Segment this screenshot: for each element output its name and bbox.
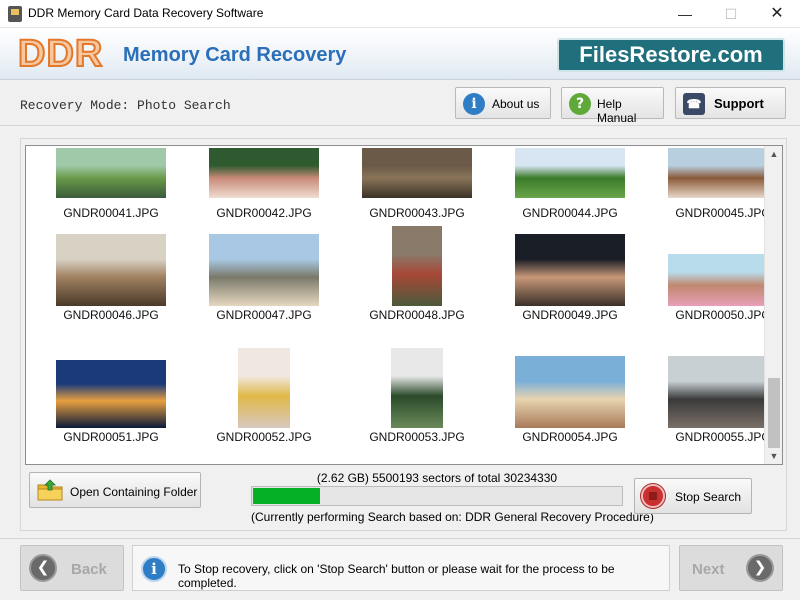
- photo-filename: GNDR00047.JPG: [216, 308, 312, 322]
- photo-filename: GNDR00052.JPG: [216, 430, 312, 444]
- search-progress-bar: [251, 486, 623, 506]
- procedure-status: (Currently performing Search based on: D…: [251, 510, 654, 524]
- photo-thumbnail[interactable]: GNDR00047.JPG: [189, 234, 339, 364]
- close-button[interactable]: ✕: [754, 0, 800, 28]
- photo-image: [668, 148, 778, 198]
- info-icon: i: [463, 93, 485, 115]
- photo-image: [515, 148, 625, 198]
- ddr-logo: DDR: [17, 32, 104, 76]
- hint-text: To Stop recovery, click on 'Stop Search'…: [178, 562, 615, 590]
- recovery-mode-label: Recovery Mode: Photo Search: [20, 98, 231, 113]
- next-label: Next: [692, 561, 725, 578]
- photo-image: [238, 348, 290, 428]
- photo-filename: GNDR00050.JPG: [675, 308, 771, 322]
- minimize-button[interactable]: —: [662, 0, 708, 28]
- next-arrow-icon: ❯: [746, 554, 774, 582]
- photo-filename: GNDR00049.JPG: [522, 308, 618, 322]
- stop-icon: [641, 484, 665, 508]
- help-icon: ?: [569, 93, 591, 115]
- back-button[interactable]: ❮ Back: [20, 545, 124, 591]
- photo-thumbnail[interactable]: GNDR00049.JPG: [495, 234, 645, 364]
- photo-image: [392, 226, 442, 306]
- photo-image: [56, 360, 166, 428]
- photo-filename: GNDR00041.JPG: [63, 206, 159, 220]
- photo-image: [56, 234, 166, 306]
- photo-thumbnail[interactable]: GNDR00051.JPG: [36, 360, 186, 464]
- photo-filename: GNDR00051.JPG: [63, 430, 159, 444]
- banner-title: Memory Card Recovery: [123, 44, 347, 66]
- support-label: Support: [714, 96, 764, 111]
- photo-filename: GNDR00045.JPG: [675, 206, 771, 220]
- app-icon: [8, 6, 22, 22]
- scroll-down-arrow-icon[interactable]: ▼: [765, 448, 783, 464]
- photo-filename: GNDR00054.JPG: [522, 430, 618, 444]
- sectors-status: (2.62 GB) 5500193 sectors of total 30234…: [316, 471, 558, 485]
- photo-thumbnail[interactable]: GNDR00046.JPG: [36, 234, 186, 364]
- stop-search-button[interactable]: Stop Search: [634, 478, 752, 514]
- title-bar: DDR Memory Card Data Recovery Software —…: [0, 0, 800, 28]
- photo-image: [668, 356, 778, 428]
- info-icon: i: [141, 556, 167, 582]
- window-title: DDR Memory Card Data Recovery Software: [28, 6, 264, 20]
- next-button[interactable]: Next ❯: [679, 545, 783, 591]
- photo-image: [515, 356, 625, 428]
- photo-image: [209, 148, 319, 198]
- support-icon: ☎: [683, 93, 705, 115]
- photo-gallery[interactable]: GNDR00041.JPG GNDR00042.JPG GNDR00043.JPG G…: [25, 145, 783, 465]
- stop-search-label: Stop Search: [675, 490, 742, 504]
- photo-filename: GNDR00044.JPG: [522, 206, 618, 220]
- help-manual-button[interactable]: ? Help Manual: [561, 87, 664, 125]
- progress-fill: [253, 488, 321, 504]
- photo-thumbnail[interactable]: GNDR00052.JPG: [189, 348, 339, 464]
- photo-image: [209, 234, 319, 306]
- support-button[interactable]: ☎ Support: [675, 87, 786, 119]
- app-banner: DDR Memory Card Recovery FilesRestore.co…: [0, 28, 800, 80]
- scroll-up-arrow-icon[interactable]: ▲: [765, 146, 783, 162]
- photo-thumbnail[interactable]: GNDR00048.JPG: [342, 226, 492, 364]
- photo-filename: GNDR00053.JPG: [369, 430, 465, 444]
- photo-filename: GNDR00055.JPG: [675, 430, 771, 444]
- photo-thumbnail[interactable]: GNDR00050.JPG: [648, 246, 782, 364]
- help-manual-label: Help Manual: [597, 97, 637, 125]
- about-us-label: About us: [492, 97, 540, 111]
- about-us-button[interactable]: i About us: [455, 87, 551, 119]
- photo-filename: GNDR00042.JPG: [216, 206, 312, 220]
- scroll-thumb[interactable]: [768, 378, 780, 448]
- photo-filename: GNDR00048.JPG: [369, 308, 465, 322]
- back-arrow-icon: ❮: [29, 554, 57, 582]
- open-containing-folder-button[interactable]: Open Containing Folder: [29, 472, 201, 508]
- photo-thumbnail[interactable]: GNDR00054.JPG: [495, 356, 645, 464]
- hint-box: i To Stop recovery, click on 'Stop Searc…: [132, 545, 670, 591]
- photo-thumbnail[interactable]: GNDR00055.JPG: [648, 356, 782, 464]
- photo-image: [391, 348, 443, 428]
- mode-bar: Recovery Mode: Photo Search i About us ?…: [0, 80, 800, 126]
- footer-bar: ❮ Back i To Stop recovery, click on 'Sto…: [0, 538, 800, 600]
- photo-image: [362, 148, 472, 198]
- brand-logo[interactable]: FilesRestore.com: [557, 38, 785, 72]
- maximize-button[interactable]: ☐: [708, 0, 754, 28]
- photo-thumbnail[interactable]: GNDR00053.JPG: [342, 348, 492, 464]
- gallery-scrollbar[interactable]: ▲ ▼: [764, 146, 782, 464]
- photo-image: [668, 254, 778, 306]
- open-folder-label: Open Containing Folder: [70, 485, 198, 499]
- photo-filename: GNDR00046.JPG: [63, 308, 159, 322]
- photo-filename: GNDR00043.JPG: [369, 206, 465, 220]
- photo-image: [515, 234, 625, 306]
- open-folder-icon: [37, 479, 63, 501]
- photo-image: [56, 148, 166, 198]
- back-label: Back: [71, 561, 107, 578]
